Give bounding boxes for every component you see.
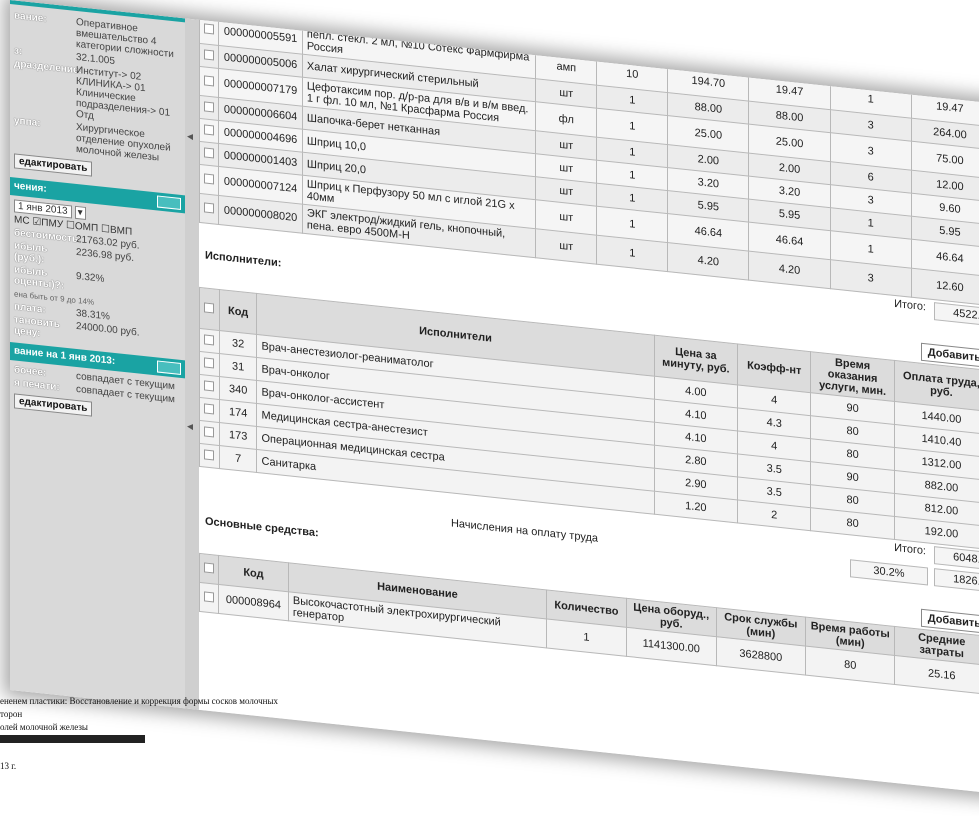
row-checkbox[interactable] [204, 123, 214, 135]
service-info-panel: вание: Оперативное вмешательство 4 катего… [10, 0, 185, 709]
collapse-icon[interactable] [157, 360, 181, 375]
row-checkbox[interactable] [204, 74, 214, 86]
splitter[interactable]: ◂ ◂ [185, 18, 199, 710]
row-checkbox[interactable] [204, 402, 214, 414]
row-checkbox[interactable] [204, 201, 214, 213]
row-checkbox[interactable] [204, 425, 214, 437]
collapse-icon[interactable] [157, 195, 181, 210]
collapse-arrow-icon[interactable]: ◂ [187, 129, 193, 144]
app-window: вание: Оперативное вмешательство 4 катего… [10, 0, 979, 797]
row-checkbox[interactable] [204, 590, 214, 602]
row-checkbox[interactable] [204, 100, 214, 112]
row-checkbox[interactable] [204, 48, 214, 60]
row-checkbox[interactable] [204, 448, 214, 460]
row-checkbox[interactable] [204, 333, 214, 345]
row-checkbox[interactable] [204, 379, 214, 391]
collapse-arrow-icon[interactable]: ◂ [187, 419, 193, 434]
select-all-checkbox[interactable] [204, 301, 215, 313]
screenshot-stage: вание: Оперативное вмешательство 4 катего… [0, 0, 979, 816]
row-checkbox[interactable] [204, 356, 214, 368]
printout-text: ененем пластики: Восстановление и коррек… [0, 696, 279, 771]
select-all-checkbox[interactable] [204, 561, 214, 573]
col-code: Код [219, 289, 257, 335]
redacted-bar [0, 735, 145, 743]
calendar-icon[interactable]: ▾ [74, 205, 86, 220]
row-checkbox[interactable] [204, 22, 214, 34]
edit-button-2[interactable]: едактировать [14, 393, 93, 417]
main-content: 000000005591 пепл. стекл. 2 мл, №10 Сотек… [199, 14, 979, 797]
edit-button[interactable]: едактировать [14, 153, 93, 177]
row-checkbox[interactable] [204, 172, 214, 184]
row-checkbox[interactable] [204, 146, 214, 158]
